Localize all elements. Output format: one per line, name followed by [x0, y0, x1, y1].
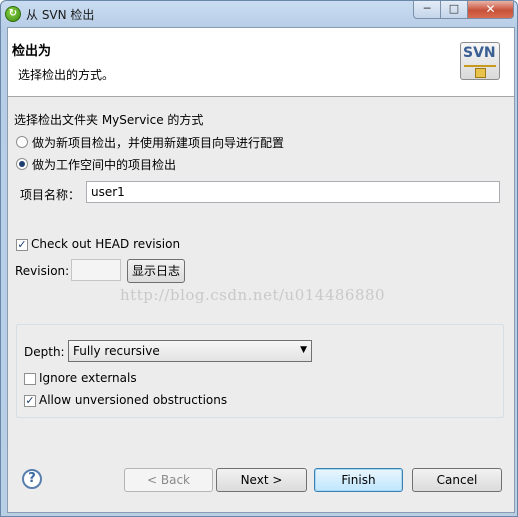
finish-button[interactable]: Finish — [314, 468, 403, 492]
radio-workspace-project[interactable] — [16, 158, 28, 170]
wizard-header: 检出为 选择检出的方式。 SVN — [8, 28, 514, 97]
dropdown-arrow-icon: ▼ — [300, 345, 307, 355]
head-revision-label[interactable]: Check out HEAD revision — [31, 237, 180, 251]
wizard-body: 选择检出文件夹 MyService 的方式 做为新项目检出，并使用新建项目向导进… — [8, 97, 514, 512]
head-revision-checkbox[interactable]: ✓ — [16, 239, 28, 251]
options-group: Depth: Fully recursive ▼ Ignore external… — [16, 324, 504, 418]
dialog-window: ↻ 从 SVN 检出 ─ □ ✕ 检出为 选择检出的方式。 SVN 选择检出文件… — [0, 0, 518, 517]
checkout-method-label: 选择检出文件夹 MyService 的方式 — [14, 113, 204, 127]
ignore-externals-label[interactable]: Ignore externals — [39, 371, 137, 385]
maximize-button[interactable]: □ — [441, 1, 468, 19]
depth-select-value: Fully recursive — [73, 344, 160, 358]
back-button[interactable]: < Back — [124, 468, 213, 492]
revision-label: Revision: — [15, 264, 70, 278]
minimize-button[interactable]: ─ — [413, 1, 441, 19]
page-description: 选择检出的方式。 — [18, 68, 115, 82]
allow-unversioned-label[interactable]: Allow unversioned obstructions — [39, 393, 227, 407]
next-button[interactable]: Next > — [216, 468, 307, 492]
project-name-label: 项目名称： — [20, 188, 81, 202]
radio-workspace-project-label[interactable]: 做为工作空间中的项目检出 — [32, 156, 176, 173]
title-bar[interactable]: ↻ 从 SVN 检出 ─ □ ✕ — [1, 1, 517, 27]
allow-unversioned-checkbox[interactable]: ✓ — [24, 395, 36, 407]
app-icon: ↻ — [5, 6, 21, 22]
svn-logo-box — [475, 68, 486, 78]
help-icon[interactable]: ? — [22, 469, 42, 489]
svn-logo-bar — [464, 65, 496, 67]
radio-new-project[interactable] — [16, 136, 28, 148]
show-log-button[interactable]: 显示日志 — [127, 259, 185, 283]
depth-select[interactable]: Fully recursive ▼ — [68, 340, 312, 362]
svn-logo-text: SVN — [463, 45, 496, 61]
depth-label: Depth: — [24, 345, 65, 359]
ignore-externals-checkbox[interactable] — [24, 373, 36, 385]
dialog-content: 检出为 选择检出的方式。 SVN 选择检出文件夹 MyService 的方式 做… — [7, 27, 515, 513]
project-name-input[interactable]: user1 — [86, 181, 500, 203]
close-button[interactable]: ✕ — [468, 1, 514, 19]
cancel-button[interactable]: Cancel — [412, 468, 502, 492]
svn-logo-icon: SVN — [460, 42, 500, 80]
watermark-text: http://blog.csdn.net/u014486880 — [120, 286, 386, 304]
page-title: 检出为 — [12, 44, 52, 59]
window-title: 从 SVN 检出 — [26, 8, 95, 22]
revision-input[interactable] — [71, 259, 121, 281]
radio-new-project-label[interactable]: 做为新项目检出，并使用新建项目向导进行配置 — [32, 134, 284, 151]
